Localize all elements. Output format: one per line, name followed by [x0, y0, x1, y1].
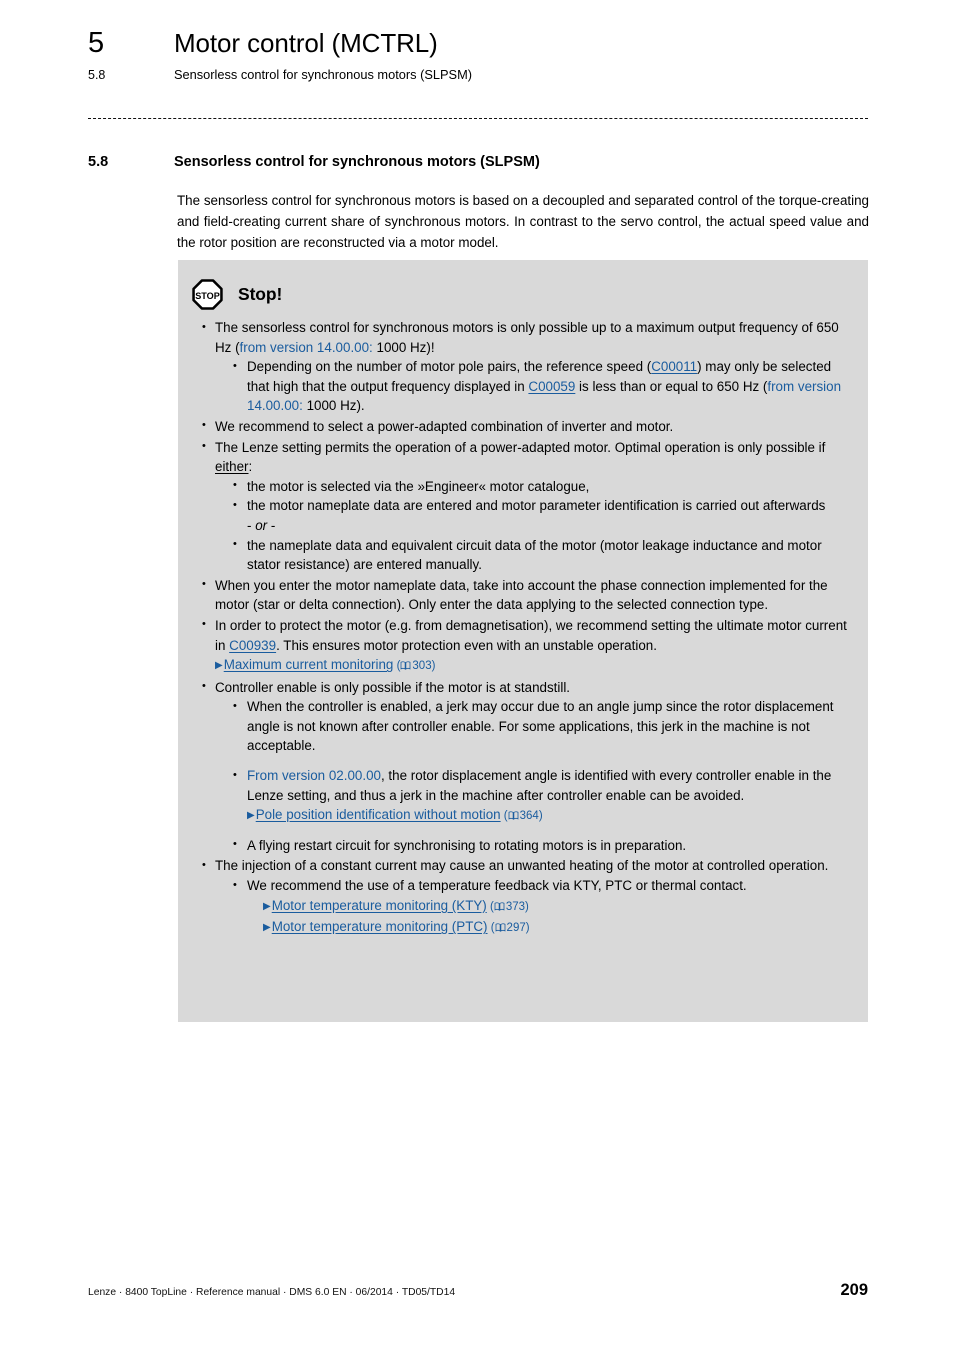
stop-notice-box: STOP Stop! The sensorless control for sy… [178, 260, 868, 1022]
parameter-link-c00059[interactable]: C00059 [528, 379, 575, 394]
triangle-right-icon: ▶ [263, 922, 271, 934]
triangle-right-icon: ▶ [215, 660, 223, 672]
intro-paragraph: The sensorless control for synchronous m… [177, 193, 869, 250]
xref-page: (297) [487, 922, 530, 935]
svg-text:STOP: STOP [195, 290, 220, 300]
b7-text: The injection of a constant current may … [215, 858, 829, 874]
xref-label[interactable]: Motor temperature monitoring (PTC) [272, 919, 488, 934]
list-item: the motor is selected via the »Engineer«… [232, 476, 852, 497]
document-page: 5 Motor control (MCTRL) 5.8 Sensorless c… [0, 0, 954, 1350]
list-item: The sensorless control for synchronous m… [200, 318, 852, 416]
b6s3-text: A flying restart circuit for synchronisi… [247, 837, 687, 853]
list-item: the motor nameplate data are entered and… [232, 496, 852, 516]
list-item: We recommend to select a power-adapted c… [200, 416, 852, 437]
parameter-link-c00939[interactable]: C00939 [229, 638, 276, 653]
xref-label[interactable]: Pole position identification without mot… [256, 807, 501, 822]
cross-reference-pole-position-identification[interactable]: ▶Pole position identification without mo… [247, 807, 501, 822]
list-item: ▶Motor temperature monitoring (PTC) (297… [263, 917, 852, 939]
book-icon [494, 901, 505, 911]
b3-emphasis-either: either [215, 459, 249, 475]
b3s3-text: the nameplate data and equivalent circui… [247, 537, 822, 573]
xref-page: (303) [393, 660, 436, 673]
triangle-right-icon: ▶ [247, 810, 255, 822]
b3-text-part1: The Lenze setting permits the operation … [215, 439, 826, 455]
chapter-number: 5 [88, 27, 105, 59]
list-item: We recommend the use of a temperature fe… [232, 876, 852, 939]
footer-page-number: 209 [840, 1281, 868, 1299]
list-item: Depending on the number of motor pole pa… [232, 357, 852, 416]
running-header: 5 Motor control (MCTRL) 5.8 Sensorless c… [88, 26, 878, 84]
cross-reference-motor-temperature-kty[interactable]: ▶Motor temperature monitoring (KTY) [263, 898, 487, 913]
stop-octagon-icon: STOP [192, 278, 223, 310]
triangle-right-icon: ▶ [263, 900, 271, 912]
list-item: When the controller is enabled, a jerk m… [232, 697, 852, 756]
header-divider [88, 118, 868, 119]
stop-box-header: STOP Stop! [178, 260, 868, 316]
header-section-number: 5.8 [88, 68, 106, 82]
section-heading: 5.8 Sensorless control for synchronous m… [88, 152, 540, 172]
page-footer: Lenze · 8400 TopLine · Reference manual … [88, 1281, 868, 1300]
or-word: or [255, 517, 268, 533]
stop-bullet-list: The sensorless control for synchronous m… [200, 318, 852, 939]
b1s1-text-part3: is less than or equal to 650 Hz ( [575, 378, 768, 394]
list-item: The Lenze setting permits the operation … [200, 437, 852, 575]
chapter-title: Motor control (MCTRL) [174, 28, 438, 58]
xref-page-number: 364 [519, 810, 539, 823]
b1-text-part2: 1000 Hz)! [372, 339, 435, 355]
list-item: The injection of a constant current may … [200, 856, 852, 938]
stop-box-body: The sensorless control for synchronous m… [178, 316, 868, 939]
xref-label[interactable]: Maximum current monitoring [224, 657, 394, 672]
xref-page-number: 297 [506, 922, 526, 935]
list-item: the nameplate data and equivalent circui… [232, 535, 852, 575]
xref-page-number: 303 [412, 660, 432, 673]
b7s1-text: We recommend the use of a temperature fe… [247, 878, 747, 894]
b6s2-version-note: From version 02.00.00 [247, 768, 381, 784]
xref-page: (373) [486, 900, 529, 913]
running-header-section-row: 5.8 Sensorless control for synchronous m… [88, 66, 878, 84]
stop-box-title: Stop! [238, 284, 283, 304]
cross-reference-maximum-current-monitoring[interactable]: ▶Maximum current monitoring (303) [215, 657, 435, 672]
cross-reference-motor-temperature-ptc[interactable]: ▶Motor temperature monitoring (PTC) [263, 919, 488, 934]
b1s1-text-part1: Depending on the number of motor pole pa… [247, 359, 652, 375]
b3s2-text: the motor nameplate data are entered and… [247, 498, 826, 514]
b6-text: Controller enable is only possible if th… [215, 679, 571, 695]
or-separator: - or - [232, 516, 852, 536]
footer-imprint: Lenze · 8400 TopLine · Reference manual … [88, 1287, 456, 1298]
header-section-title: Sensorless control for synchronous motor… [174, 67, 472, 82]
list-item: A flying restart circuit for synchronisi… [232, 835, 852, 856]
list-item: Controller enable is only possible if th… [200, 677, 852, 856]
b4-text: When you enter the motor nameplate data,… [215, 577, 828, 613]
xref-label[interactable]: Motor temperature monitoring (KTY) [272, 898, 487, 913]
b7-xref-list: ▶Motor temperature monitoring (KTY) (373… [247, 896, 852, 939]
b6s1-text: When the controller is enabled, a jerk m… [247, 699, 834, 754]
or-suffix: - [267, 517, 276, 533]
list-item: From version 02.00.00, the rotor displac… [232, 766, 852, 827]
b3-sublist: the motor is selected via the »Engineer«… [215, 476, 852, 575]
running-header-chapter-row: 5 Motor control (MCTRL) [88, 26, 878, 60]
b2-text: We recommend to select a power-adapted c… [215, 418, 674, 434]
b1s1-text-part4: 1000 Hz). [302, 398, 365, 414]
parameter-link-c00011[interactable]: C00011 [651, 359, 697, 374]
book-icon [508, 811, 519, 821]
or-prefix: - [247, 517, 256, 533]
b3-text-part2: : [248, 459, 253, 475]
b3s1-text: the motor is selected via the »Engineer«… [247, 478, 590, 494]
list-item: When you enter the motor nameplate data,… [200, 575, 852, 615]
book-icon [495, 923, 505, 933]
b6-sublist: When the controller is enabled, a jerk m… [215, 697, 852, 855]
section-title: Sensorless control for synchronous motor… [174, 154, 540, 170]
book-icon [401, 661, 411, 670]
b1-sublist: Depending on the number of motor pole pa… [215, 357, 852, 416]
b7-sublist: We recommend the use of a temperature fe… [215, 876, 852, 939]
section-number: 5.8 [88, 154, 109, 170]
b1-version-note: from version 14.00.00: [239, 339, 373, 355]
xref-page: (364) [500, 810, 543, 823]
xref-page-number: 373 [505, 900, 525, 913]
list-item: ▶Motor temperature monitoring (KTY) (373… [263, 896, 852, 918]
list-item: In order to protect the motor (e.g. from… [200, 615, 852, 677]
b5-text-part2: . This ensures motor protection even wit… [276, 637, 657, 653]
